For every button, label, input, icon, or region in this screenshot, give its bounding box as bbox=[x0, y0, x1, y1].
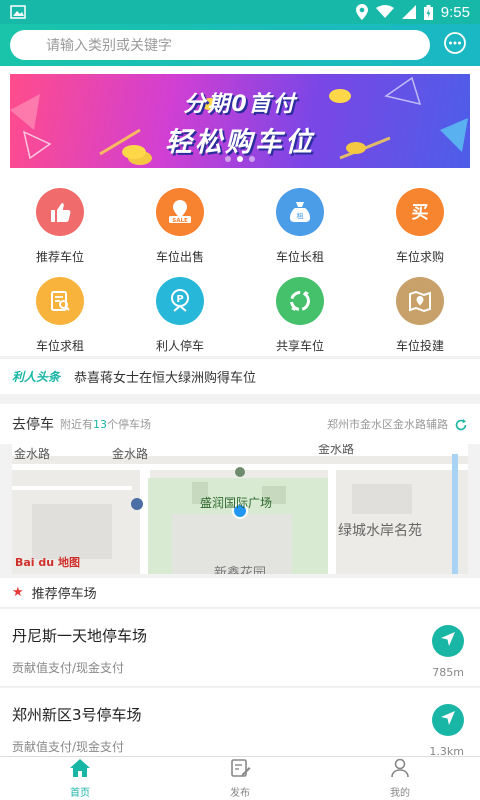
current-address: 郑州市金水区金水路辅路 bbox=[327, 418, 448, 431]
category-liren-parking[interactable]: P 利人停车 bbox=[120, 267, 240, 356]
poi-label: 新鑫花园 bbox=[214, 566, 267, 574]
banner-title: 分期0首付 轻松购车位 bbox=[10, 86, 470, 159]
parking-header: 去停车 附近有13个停车场 郑州市金水区金水路辅路 bbox=[0, 404, 480, 444]
lot-payment: 贡献值支付/现金支付 bbox=[12, 661, 125, 675]
app-screen: 9:55 请输入类别或关键字 分期0首付 轻松购车位 推荐车位 SALE 车位出… bbox=[0, 0, 480, 800]
recommended-title: 推荐停车场 bbox=[31, 587, 97, 602]
banner-line2: 轻松购车位 bbox=[165, 127, 315, 158]
clock: 9:55 bbox=[440, 3, 470, 21]
navigation-arrow-icon bbox=[439, 630, 457, 652]
svg-text:SALE: SALE bbox=[172, 218, 188, 224]
tab-label: 我的 bbox=[390, 788, 410, 799]
category-grid: 推荐车位 SALE 车位出售 租 车位长租 买 车位求购 车位求租 P 利人停车… bbox=[0, 178, 480, 356]
carousel-dots bbox=[10, 156, 470, 162]
category-label: 车位求购 bbox=[395, 250, 444, 264]
navigation-arrow-icon bbox=[439, 709, 457, 731]
battery-icon bbox=[423, 4, 433, 20]
header: 请输入类别或关键字 bbox=[0, 24, 480, 66]
ticker-tag: 利人头条 bbox=[12, 370, 61, 384]
rent-doc-icon bbox=[36, 277, 84, 325]
lot-name: 郑州新区3号停车场 bbox=[12, 706, 142, 724]
signal-icon bbox=[401, 5, 416, 19]
category-shared[interactable]: 共享车位 bbox=[240, 267, 360, 356]
category-label: 车位出售 bbox=[155, 250, 204, 264]
lot-payment: 贡献值支付/现金支付 bbox=[12, 740, 125, 754]
ticker-text[interactable]: 恭喜蒋女士在恒大绿洲购得车位 bbox=[74, 367, 256, 386]
map-view[interactable]: 金水路 金水路 金水路 盛润国际广场 绿城水岸名苑 新鑫花园 Bai du 地图 bbox=[12, 444, 468, 574]
star-icon: ★ bbox=[12, 585, 24, 600]
category-recommend[interactable]: 推荐车位 bbox=[0, 178, 120, 267]
banner-section: 分期0首付 轻松购车位 bbox=[0, 66, 480, 178]
road-label: 金水路 bbox=[112, 447, 149, 461]
tab-publish[interactable]: 发布 bbox=[160, 757, 320, 800]
parking-lot-item[interactable]: 丹尼斯一天地停车场 贡献值支付/现金支付 785m bbox=[0, 609, 480, 687]
tab-label: 发布 bbox=[230, 788, 250, 799]
svg-text:买: 买 bbox=[412, 203, 429, 223]
category-sale[interactable]: SALE 车位出售 bbox=[120, 178, 240, 267]
promo-banner[interactable]: 分期0首付 轻松购车位 bbox=[10, 74, 470, 168]
category-label: 车位长租 bbox=[275, 250, 324, 264]
road-label: 金水路 bbox=[14, 447, 51, 461]
parking-icon: P bbox=[156, 277, 204, 325]
edit-icon bbox=[229, 758, 251, 782]
refresh-icon[interactable] bbox=[454, 417, 468, 431]
poi-label: 绿城水岸名苑 bbox=[338, 523, 422, 539]
category-label: 共享车位 bbox=[275, 339, 324, 353]
recycle-icon bbox=[276, 277, 324, 325]
home-icon bbox=[69, 758, 91, 782]
carousel-dot[interactable] bbox=[249, 156, 255, 162]
rent-bag-icon: 租 bbox=[276, 188, 324, 236]
category-build[interactable]: 车位投建 bbox=[360, 267, 480, 356]
category-want-buy[interactable]: 买 车位求购 bbox=[360, 178, 480, 267]
category-want-rent[interactable]: 车位求租 bbox=[0, 267, 120, 356]
svg-text:P: P bbox=[176, 294, 183, 305]
location-icon bbox=[355, 4, 368, 20]
sale-tag-icon: SALE bbox=[156, 188, 204, 236]
category-long-rent[interactable]: 租 车位长租 bbox=[240, 178, 360, 267]
tab-label: 首页 bbox=[70, 788, 90, 799]
carousel-dot[interactable] bbox=[225, 156, 231, 162]
category-label: 利人停车 bbox=[155, 339, 204, 353]
tab-mine[interactable]: 我的 bbox=[320, 757, 480, 800]
wifi-icon bbox=[375, 5, 394, 19]
banner-line1: 分期0首付 bbox=[183, 92, 297, 117]
user-icon bbox=[389, 758, 411, 782]
buy-icon: 买 bbox=[396, 188, 444, 236]
category-label: 车位投建 bbox=[395, 339, 444, 353]
road-label: 金水路 bbox=[318, 444, 355, 456]
lot-name: 丹尼斯一天地停车场 bbox=[12, 627, 148, 645]
status-bar: 9:55 bbox=[0, 0, 480, 24]
thumbs-up-icon bbox=[36, 188, 84, 236]
category-label: 车位求租 bbox=[35, 339, 84, 353]
parking-title: 去停车 bbox=[12, 417, 54, 433]
baidu-map-logo: Bai du 地图 bbox=[15, 556, 80, 569]
search-input[interactable]: 请输入类别或关键字 bbox=[10, 30, 430, 60]
nearby-count: 附近有13个停车场 bbox=[60, 418, 151, 431]
parking-lot-item[interactable]: 郑州新区3号停车场 贡献值支付/现金支付 1.3km bbox=[0, 688, 480, 766]
poi-label: 盛润国际广场 bbox=[200, 496, 273, 510]
tab-home[interactable]: 首页 bbox=[0, 757, 160, 800]
message-button[interactable] bbox=[440, 30, 470, 60]
gallery-notification-icon bbox=[10, 5, 26, 19]
chat-bubble-icon bbox=[443, 31, 467, 59]
recommended-header: ★ 推荐停车场 bbox=[0, 578, 480, 608]
bottom-nav: 首页 发布 我的 bbox=[0, 756, 480, 800]
map-pin-icon bbox=[396, 277, 444, 325]
navigate-button[interactable] bbox=[432, 625, 464, 657]
lot-distance: 785m bbox=[432, 666, 464, 679]
navigate-button[interactable] bbox=[432, 704, 464, 736]
category-label: 推荐车位 bbox=[35, 250, 84, 264]
headline-ticker[interactable]: 利人头条 恭喜蒋女士在恒大绿洲购得车位 bbox=[0, 358, 480, 394]
svg-text:租: 租 bbox=[297, 213, 304, 221]
carousel-dot-active[interactable] bbox=[237, 156, 243, 162]
